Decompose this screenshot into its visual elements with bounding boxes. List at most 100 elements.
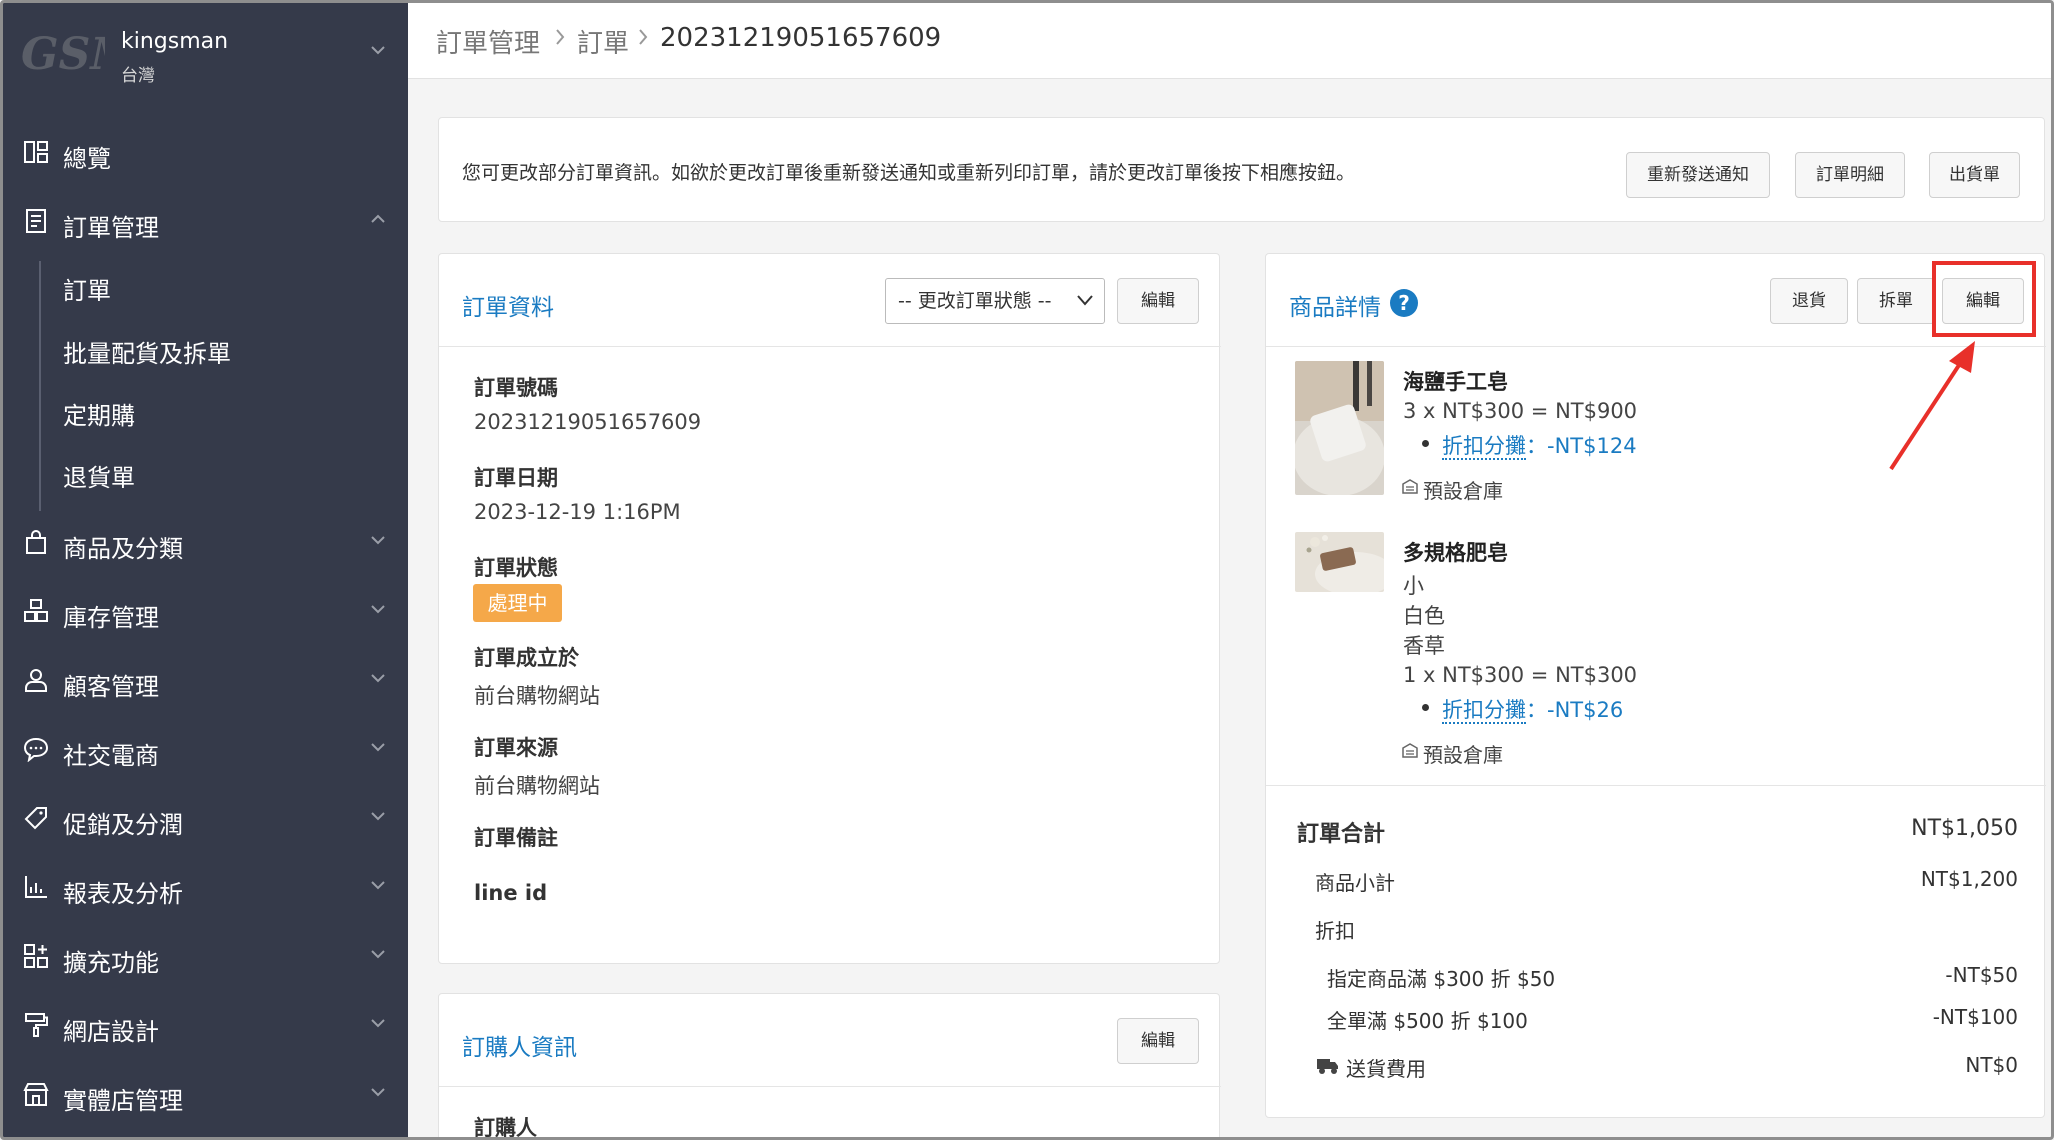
sidebar-item-extensions[interactable]: 擴充功能 [3, 929, 408, 985]
product-variant-color: 白色 [1403, 604, 1445, 628]
breadcrumb-orders[interactable]: 訂單 [577, 23, 629, 60]
breadcrumb-order-management[interactable]: 訂單管理 [436, 23, 540, 60]
discount-allocation-label: 折扣分攤 [1442, 698, 1526, 724]
order-source-value: 前台購物網站 [474, 774, 600, 798]
product-detail-title: 商品詳情 [1289, 295, 1381, 321]
sidebar-item-social-commerce[interactable]: 社交電商 [3, 722, 408, 778]
store-switcher[interactable]: GSM kingsman 台灣 [3, 3, 408, 113]
subtotal-value: NT$1,200 [1920, 867, 2018, 891]
order-info-card: 訂單資料 -- 更改訂單狀態 -- 編輯 訂單號碼 20231219051657… [438, 253, 1221, 964]
sidebar-item-retail-store[interactable]: 實體店管理 [3, 1067, 408, 1123]
order-created-at-label: 訂單成立於 [474, 646, 579, 670]
store-icon [23, 1083, 49, 1106]
sidebar-subitem-orders[interactable]: 訂單 [63, 271, 111, 306]
chevron-down-icon [371, 812, 385, 821]
sidebar-item-overview[interactable]: 總覽 [3, 125, 408, 181]
chevron-down-icon [371, 605, 385, 614]
order-details-button[interactable]: 訂單明細 [1795, 152, 1905, 198]
discount-rule-value: -NT$50 [1945, 963, 2018, 987]
chevron-down-icon [371, 536, 385, 545]
order-info-title: 訂單資料 [462, 295, 554, 321]
order-list-icon [26, 209, 46, 233]
chevron-up-icon [371, 214, 385, 223]
sidebar-item-label: 總覽 [63, 145, 111, 173]
discount-rule-value: -NT$100 [1932, 1005, 2018, 1029]
buyer-info-title: 訂購人資訊 [462, 1035, 577, 1061]
sidebar-item-label: 訂單管理 [63, 214, 159, 242]
sidebar-item-orders[interactable]: 訂單管理 [3, 194, 408, 250]
buyer-info-card: 訂購人資訊 編輯 訂購人 [438, 993, 1221, 1140]
product-image-sea-salt-soap[interactable] [1295, 361, 1384, 495]
store-name: kingsman [121, 29, 229, 54]
delivery-truck-icon [1317, 1059, 1338, 1074]
app-window: GSM kingsman 台灣 總覽 訂單管理 訂單 批量配貨及拆單 定期購 退… [0, 0, 2054, 1140]
sidebar-item-promotions[interactable]: 促銷及分潤 [3, 791, 408, 847]
brand-logo: GSM [21, 29, 105, 80]
chevron-right-icon [639, 29, 648, 45]
product-name: 海鹽手工皂 [1403, 370, 1508, 394]
edit-order-info-button[interactable]: 編輯 [1117, 278, 1199, 324]
sidebar-subitem-subscription[interactable]: 定期購 [63, 396, 135, 431]
chevron-down-icon [371, 743, 385, 752]
shopping-bag-icon [26, 530, 46, 554]
sidebar-item-label: 促銷及分潤 [63, 811, 183, 839]
paint-roller-icon [25, 1013, 48, 1037]
annotation-highlight-box [1932, 261, 2036, 337]
notice-card: 您可更改部分訂單資訊。如欲於更改訂單後重新發送通知或重新列印訂單，請於更改訂單後… [438, 117, 2045, 222]
order-created-at-value: 前台購物網站 [474, 684, 600, 708]
chevron-down-icon [371, 1019, 385, 1028]
discount-allocation-link[interactable]: 折扣分攤：-NT$124 [1442, 430, 1637, 460]
chat-icon [23, 737, 49, 762]
resend-notification-button[interactable]: 重新發送通知 [1626, 152, 1770, 198]
submenu-guide-line [39, 261, 41, 511]
product-image-multi-spec-soap[interactable] [1295, 532, 1384, 592]
sidebar-subitem-batch-allocation[interactable]: 批量配貨及拆單 [63, 334, 231, 369]
order-number-value: 20231219051657609 [474, 410, 702, 434]
order-number-label: 訂單號碼 [474, 376, 558, 400]
order-status-select[interactable]: -- 更改訂單狀態 -- [885, 278, 1105, 324]
tag-icon [24, 807, 47, 830]
order-remarks-label: 訂單備註 [474, 826, 558, 850]
sidebar-item-customers[interactable]: 顧客管理 [3, 653, 408, 709]
discount-allocation-label: 折扣分攤 [1442, 434, 1526, 460]
discount-allocation-value: ：-NT$124 [1526, 434, 1637, 458]
breadcrumb-current-order: 20231219051657609 [660, 23, 942, 53]
user-icon [25, 669, 47, 692]
chevron-right-icon [556, 29, 565, 45]
subtotal-label: 商品小計 [1315, 871, 1395, 895]
sidebar-subitem-returns[interactable]: 退貨單 [63, 458, 135, 493]
discount-allocation-value: ：-NT$26 [1526, 698, 1624, 722]
order-status-select-value: -- 更改訂單狀態 -- [898, 290, 1052, 312]
chevron-down-icon [371, 881, 385, 890]
product-variant-scent: 香草 [1403, 634, 1445, 658]
order-date-label: 訂單日期 [474, 466, 558, 490]
sidebar-item-store-design[interactable]: 網店設計 [3, 998, 408, 1054]
sidebar-item-products[interactable]: 商品及分類 [3, 515, 408, 571]
discount-allocation-link[interactable]: 折扣分攤：-NT$26 [1442, 694, 1623, 724]
sidebar-item-label: 庫存管理 [63, 604, 159, 632]
buyer-label: 訂購人 [474, 1116, 537, 1140]
help-icon[interactable]: ? [1390, 289, 1418, 317]
split-order-button[interactable]: 拆單 [1857, 278, 1935, 324]
sidebar-item-label: 實體店管理 [63, 1087, 183, 1115]
sidebar-item-label: 報表及分析 [63, 880, 183, 908]
discount-rule-label: 全單滿 $500 折 $100 [1327, 1009, 1528, 1033]
product-price-line: 1 x NT$300 = NT$300 [1403, 663, 1638, 687]
sidebar: GSM kingsman 台灣 總覽 訂單管理 訂單 批量配貨及拆單 定期購 退… [3, 3, 408, 1137]
divider [439, 1086, 1221, 1087]
sidebar-item-reports[interactable]: 報表及分析 [3, 860, 408, 916]
packing-slip-button[interactable]: 出貨單 [1929, 152, 2020, 198]
edit-buyer-info-button[interactable]: 編輯 [1117, 1018, 1199, 1064]
store-region: 台灣 [121, 66, 155, 86]
sidebar-item-inventory[interactable]: 庫存管理 [3, 584, 408, 640]
warehouse-icon [1402, 743, 1418, 758]
sidebar-item-label: 商品及分類 [63, 535, 183, 563]
chevron-down-icon [371, 674, 385, 683]
return-button[interactable]: 退貨 [1770, 278, 1848, 324]
product-price-line: 3 x NT$300 = NT$900 [1403, 399, 1638, 423]
sidebar-item-label: 擴充功能 [63, 949, 159, 977]
order-total-value: NT$1,050 [1911, 816, 2018, 841]
warehouse-name: 預設倉庫 [1423, 743, 1503, 767]
discount-label: 折扣 [1315, 919, 1355, 943]
order-source-label: 訂單來源 [474, 736, 558, 760]
